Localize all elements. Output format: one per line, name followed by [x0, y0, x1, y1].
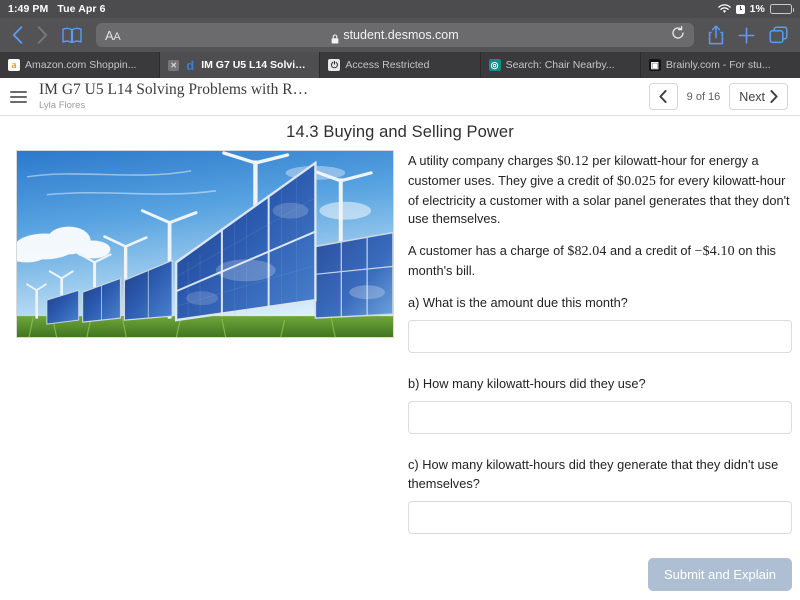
- browser-tab[interactable]: ⏻ Access Restricted: [320, 52, 481, 78]
- tab-title: IM G7 U5 L14 Solving...: [201, 59, 312, 71]
- power-icon: ⏻: [328, 59, 341, 71]
- browser-tab[interactable]: ◎ Search: Chair Nearby...: [481, 52, 641, 78]
- activity-header-texts: IM G7 U5 L14 Solving Problems with R… Ly…: [39, 81, 637, 112]
- p2-math-2: −$4.10: [694, 244, 735, 260]
- slide-columns: A utility company charges $0.12 per kilo…: [0, 142, 800, 591]
- p1-text-1: A utility company charges: [408, 153, 557, 168]
- desmos-icon: d: [186, 59, 195, 71]
- question-c: c) How many kilowatt-hours did they gene…: [408, 456, 792, 555]
- answer-input-c[interactable]: [408, 500, 792, 534]
- slide-right-column: A utility company charges $0.12 per kilo…: [408, 150, 792, 591]
- page-counter: 9 of 16: [686, 90, 721, 103]
- answer-input-a[interactable]: [408, 320, 792, 354]
- slide-navigation: 9 of 16 Next: [648, 83, 788, 110]
- question-c-label: c) How many kilowatt-hours did they gene…: [408, 457, 779, 491]
- p2-text-2: and a credit of: [606, 243, 695, 259]
- chevron-right-icon: [770, 90, 778, 103]
- battery-percent-label: 1%: [749, 3, 765, 15]
- browser-tab-active[interactable]: ✕ d IM G7 U5 L14 Solving...: [160, 52, 321, 78]
- question-a-label: a) What is the amount due this month?: [408, 295, 628, 311]
- photo-artwork: [17, 151, 393, 337]
- text-size-button[interactable]: AA: [105, 28, 121, 43]
- p1-math-2: $0.025: [616, 173, 656, 189]
- submit-and-explain-button[interactable]: Submit and Explain: [647, 557, 792, 591]
- browser-toolbar: AA student.desmos.com: [0, 18, 800, 52]
- status-time: 1:49 PM: [8, 3, 49, 15]
- problem-paragraph-2: A customer has a charge of $82.04 and a …: [408, 242, 792, 280]
- browser-tab-bar: a Amazon.com Shoppin... ✕ d IM G7 U5 L14…: [0, 52, 800, 78]
- question-a: a) What is the amount due this month?: [408, 294, 792, 375]
- address-bar[interactable]: AA student.desmos.com: [96, 23, 694, 47]
- hamburger-menu-icon[interactable]: [10, 90, 27, 103]
- next-slide-button[interactable]: Next: [729, 83, 788, 110]
- status-bar-left: 1:49 PM Tue Apr 6: [8, 3, 106, 15]
- amazon-icon: a: [8, 59, 20, 71]
- alarm-clock-icon: [735, 4, 745, 14]
- tab-title: Access Restricted: [345, 59, 430, 71]
- next-button-label: Next: [739, 89, 765, 104]
- book-icon[interactable]: [62, 27, 82, 44]
- close-icon[interactable]: ✕: [168, 59, 180, 71]
- p2-math-1: $82.04: [567, 244, 607, 260]
- share-icon[interactable]: [708, 25, 724, 45]
- slide-content: 14.3 Buying and Selling Power A utility …: [0, 116, 800, 598]
- question-b-label: b) How many kilowatt-hours did they use?: [408, 376, 646, 392]
- p2-text-1: A customer has a charge of: [408, 243, 568, 259]
- brainly-icon: ▣: [648, 59, 661, 71]
- back-icon[interactable]: [12, 26, 23, 44]
- status-bar-right: 1%: [717, 3, 794, 15]
- question-b: b) How many kilowatt-hours did they use?: [408, 375, 792, 456]
- slide-left-column: [16, 150, 394, 591]
- target-icon: ◎: [488, 59, 501, 71]
- battery-icon: [770, 4, 794, 14]
- tab-title: Brainly.com - For stu...: [665, 59, 771, 71]
- url-text: student.desmos.com: [343, 28, 459, 42]
- solar-panel-wind-farm-photo: [16, 150, 394, 338]
- forward-icon: [37, 26, 48, 44]
- tab-title: Search: Chair Nearby...: [505, 59, 615, 71]
- url-display: student.desmos.com: [96, 28, 694, 43]
- prev-slide-button[interactable]: [648, 83, 678, 110]
- reload-icon[interactable]: [671, 25, 685, 45]
- wifi-icon: [717, 4, 731, 14]
- ios-status-bar: 1:49 PM Tue Apr 6 1%: [0, 0, 800, 18]
- plus-icon[interactable]: [738, 27, 755, 44]
- browser-tab[interactable]: a Amazon.com Shoppin...: [0, 52, 161, 78]
- slide-title: 14.3 Buying and Selling Power: [286, 123, 514, 141]
- tab-title: Amazon.com Shoppin...: [25, 59, 137, 71]
- tabs-icon[interactable]: [769, 26, 788, 44]
- lock-icon: [331, 31, 339, 43]
- problem-paragraph-1: A utility company charges $0.12 per kilo…: [408, 152, 792, 228]
- student-name: Lyla Flores: [39, 99, 86, 111]
- submit-row: Submit and Explain: [408, 556, 792, 591]
- browser-tab[interactable]: ▣ Brainly.com - For stu...: [641, 52, 800, 78]
- answer-input-b[interactable]: [408, 401, 792, 435]
- page-title: IM G7 U5 L14 Solving Problems with R…: [39, 80, 309, 98]
- activity-header: IM G7 U5 L14 Solving Problems with R… Ly…: [0, 78, 800, 116]
- status-date: Tue Apr 6: [57, 3, 106, 15]
- p1-math-1: $0.12: [556, 154, 589, 169]
